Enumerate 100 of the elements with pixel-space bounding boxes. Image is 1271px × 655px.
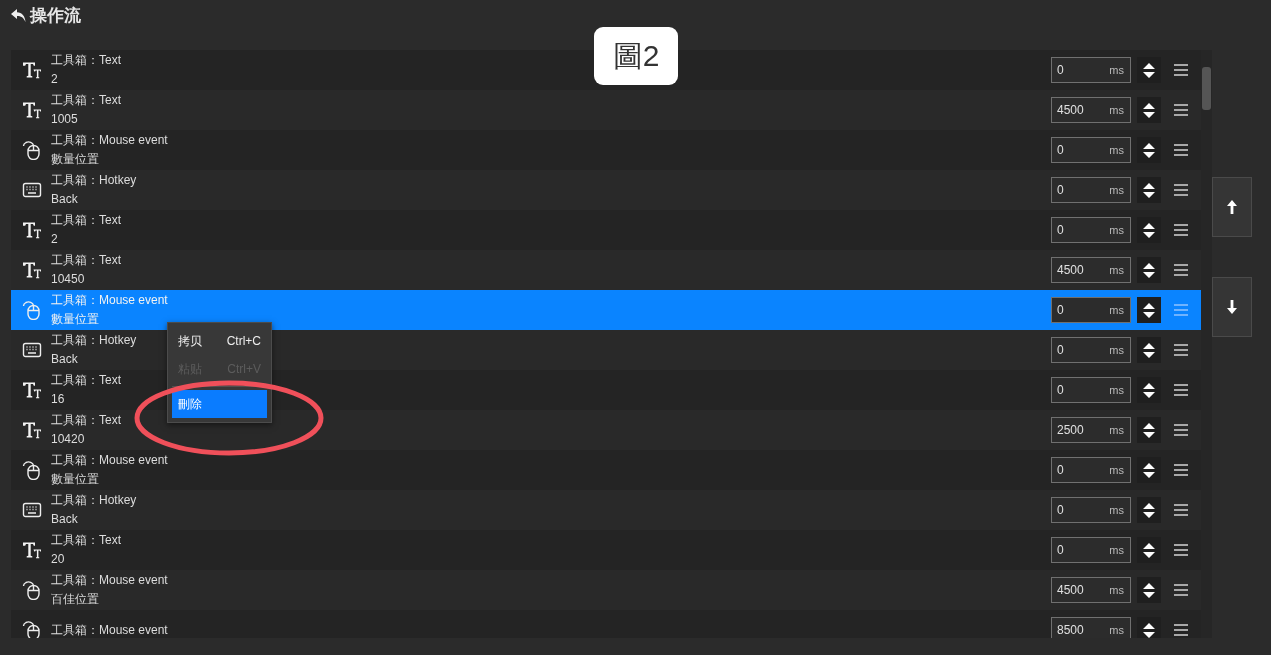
stepper-button[interactable] — [1137, 97, 1161, 123]
row-subtitle: 10450 — [51, 271, 86, 288]
stepper-button[interactable] — [1137, 617, 1161, 638]
row-subtitle: 20 — [51, 551, 66, 568]
delay-field[interactable]: 0 ms — [1051, 337, 1131, 363]
row-title: 工具箱：Mouse event — [51, 132, 168, 149]
mouse-icon — [22, 580, 42, 600]
drag-handle-icon[interactable] — [1174, 464, 1188, 476]
row-title: 工具箱：Mouse event — [51, 292, 168, 309]
delay-field[interactable]: 0 ms — [1051, 217, 1131, 243]
row-subtitle: 16 — [51, 391, 66, 408]
page-title: 操作流 — [30, 6, 81, 26]
up-down-arrows-icon — [1142, 581, 1156, 599]
drag-handle-icon[interactable] — [1174, 384, 1188, 396]
row-title: 工具箱：Mouse event — [51, 621, 168, 638]
stepper-button[interactable] — [1137, 297, 1161, 323]
delay-field[interactable]: 2500 ms — [1051, 417, 1131, 443]
row-title: 工具箱：Hotkey — [51, 332, 137, 349]
drag-handle-icon[interactable] — [1174, 144, 1188, 156]
row-title: 工具箱：Mouse event — [51, 572, 168, 589]
text-type-icon — [22, 420, 42, 440]
back-arrow-icon[interactable] — [11, 9, 26, 23]
row-title: 工具箱：Text — [51, 412, 121, 429]
drag-handle-icon[interactable] — [1174, 544, 1188, 556]
row-subtitle: 10420 — [51, 431, 86, 448]
delay-field[interactable]: 0 ms — [1051, 57, 1131, 83]
mouse-icon — [22, 140, 42, 160]
delay-field[interactable]: 8500 ms — [1051, 617, 1131, 638]
text-type-icon — [22, 540, 42, 560]
row-title: 工具箱：Mouse event — [51, 452, 168, 469]
delay-field[interactable]: 0 ms — [1051, 537, 1131, 563]
row-subtitle: 百佳位置 — [51, 591, 100, 608]
up-down-arrows-icon — [1142, 181, 1156, 199]
menu-item[interactable]: 拷贝 Ctrl+C — [172, 327, 267, 355]
text-type-icon — [22, 100, 42, 120]
drag-handle-icon[interactable] — [1174, 624, 1188, 636]
stepper-button[interactable] — [1137, 177, 1161, 203]
stepper-button[interactable] — [1137, 217, 1161, 243]
row-subtitle: Back — [51, 351, 79, 368]
menu-item[interactable]: 刪除 — [172, 390, 267, 418]
row-title: 工具箱：Text — [51, 92, 121, 109]
list-row[interactable]: 工具箱：Mouse event 數量位置 0 ms — [11, 290, 1201, 330]
drag-handle-icon[interactable] — [1174, 504, 1188, 516]
keyboard-icon — [22, 500, 42, 520]
drag-handle-icon[interactable] — [1174, 104, 1188, 116]
stepper-button[interactable] — [1137, 537, 1161, 563]
drag-handle-icon[interactable] — [1174, 224, 1188, 236]
stepper-button[interactable] — [1137, 257, 1161, 283]
delay-field[interactable]: 4500 ms — [1051, 257, 1131, 283]
up-down-arrows-icon — [1142, 141, 1156, 159]
move-down-button[interactable] — [1212, 277, 1252, 337]
row-subtitle: 2 — [51, 71, 59, 88]
stepper-button[interactable] — [1137, 137, 1161, 163]
row-subtitle: Back — [51, 191, 79, 208]
drag-handle-icon[interactable] — [1174, 424, 1188, 436]
up-down-arrows-icon — [1142, 261, 1156, 279]
up-down-arrows-icon — [1142, 101, 1156, 119]
up-down-arrows-icon — [1142, 501, 1156, 519]
scrollbar[interactable] — [1202, 67, 1211, 110]
delay-field[interactable]: 0 ms — [1051, 497, 1131, 523]
drag-handle-icon[interactable] — [1174, 304, 1188, 316]
up-down-arrows-icon — [1142, 621, 1156, 638]
delay-field[interactable]: 0 ms — [1051, 377, 1131, 403]
mouse-icon — [22, 620, 42, 638]
drag-handle-icon[interactable] — [1174, 184, 1188, 196]
delay-field[interactable]: 0 ms — [1051, 177, 1131, 203]
up-down-arrows-icon — [1142, 301, 1156, 319]
drag-handle-icon[interactable] — [1174, 344, 1188, 356]
stepper-button[interactable] — [1137, 337, 1161, 363]
stepper-button[interactable] — [1137, 577, 1161, 603]
drag-handle-icon[interactable] — [1174, 584, 1188, 596]
move-up-button[interactable] — [1212, 177, 1252, 237]
row-subtitle: 1005 — [51, 111, 79, 128]
row-title: 工具箱：Text — [51, 532, 121, 549]
stepper-button[interactable] — [1137, 417, 1161, 443]
delay-field[interactable]: 4500 ms — [1051, 97, 1131, 123]
row-title: 工具箱：Text — [51, 252, 121, 269]
delay-field[interactable]: 4500 ms — [1051, 577, 1131, 603]
figure-label: 圖2 — [594, 27, 678, 85]
up-down-arrows-icon — [1142, 61, 1156, 79]
up-down-arrows-icon — [1142, 421, 1156, 439]
row-title: 工具箱：Text — [51, 372, 121, 389]
stepper-button[interactable] — [1137, 497, 1161, 523]
delay-field[interactable]: 0 ms — [1051, 137, 1131, 163]
delay-field[interactable]: 0 ms — [1051, 297, 1131, 323]
up-down-arrows-icon — [1142, 541, 1156, 559]
stepper-button[interactable] — [1137, 377, 1161, 403]
row-subtitle: Back — [51, 511, 79, 528]
text-type-icon — [22, 60, 42, 80]
drag-handle-icon[interactable] — [1174, 264, 1188, 276]
row-title: 工具箱：Text — [51, 212, 121, 229]
delay-field[interactable]: 0 ms — [1051, 457, 1131, 483]
stepper-button[interactable] — [1137, 57, 1161, 83]
keyboard-icon — [22, 180, 42, 200]
drag-handle-icon[interactable] — [1174, 64, 1188, 76]
row-title: 工具箱：Hotkey — [51, 492, 137, 509]
row-title: 工具箱：Text — [51, 52, 121, 69]
text-type-icon — [22, 380, 42, 400]
stepper-button[interactable] — [1137, 457, 1161, 483]
row-subtitle: 數量位置 — [51, 151, 100, 168]
